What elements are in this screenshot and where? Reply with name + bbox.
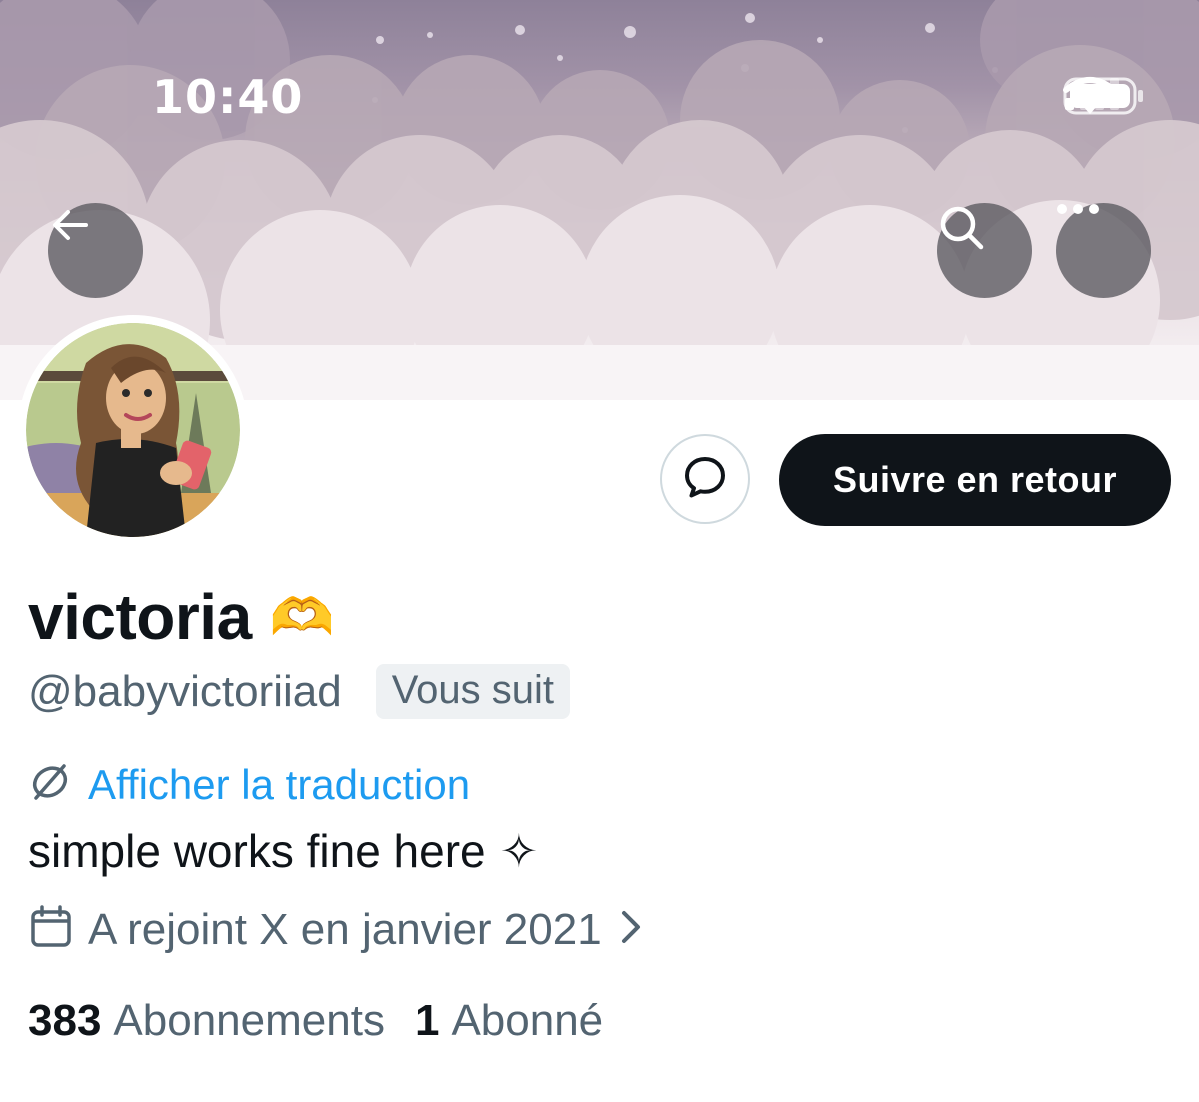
handle-row: @babyvictoriiad Vous suit [28, 664, 571, 719]
search-button[interactable] [937, 203, 1032, 298]
followers-label: Abonné [451, 996, 604, 1045]
sparkle-symbol: ✧ [499, 824, 539, 878]
translate-row[interactable]: Afficher la traduction [28, 760, 470, 809]
avatar[interactable] [18, 315, 248, 545]
following-label: Abonnements [113, 996, 385, 1045]
message-button[interactable] [660, 434, 750, 524]
calendar-icon [28, 904, 74, 955]
following-count: 383 [28, 996, 102, 1045]
follow-stats: 383 Abonnements 1 Abonné [28, 996, 603, 1046]
message-bubble-icon [681, 453, 729, 506]
heart-hands-emoji: 🫶 [269, 588, 335, 647]
bio: simple works fine here ✧ [28, 824, 538, 878]
display-name-row: victoria 🫶 [28, 580, 334, 654]
bio-text: simple works fine here [28, 825, 486, 877]
followers-stat[interactable]: 1 Abonné [415, 996, 603, 1046]
status-time: 10:40 [152, 70, 304, 124]
chevron-right-icon [616, 907, 644, 952]
avatar-cartoon-image [26, 323, 240, 537]
show-translation-link[interactable]: Afficher la traduction [88, 761, 470, 809]
translate-globe-icon [28, 760, 72, 809]
profile-page: 10:40 Suivre en retour victoria 🫶 @babyv… [0, 0, 1199, 1102]
username-handle: @babyvictoriiad [28, 666, 342, 716]
joined-date-text: A rejoint X en janvier 2021 [88, 904, 602, 954]
back-button[interactable] [48, 203, 143, 298]
more-options-button[interactable] [1056, 203, 1151, 298]
follows-you-badge: Vous suit [375, 664, 571, 719]
follow-back-button[interactable]: Suivre en retour [779, 434, 1171, 526]
joined-date-row[interactable]: A rejoint X en janvier 2021 [28, 904, 644, 955]
display-name: victoria [28, 581, 252, 653]
followers-count: 1 [414, 996, 440, 1045]
following-stat[interactable]: 383 Abonnements [28, 996, 385, 1046]
